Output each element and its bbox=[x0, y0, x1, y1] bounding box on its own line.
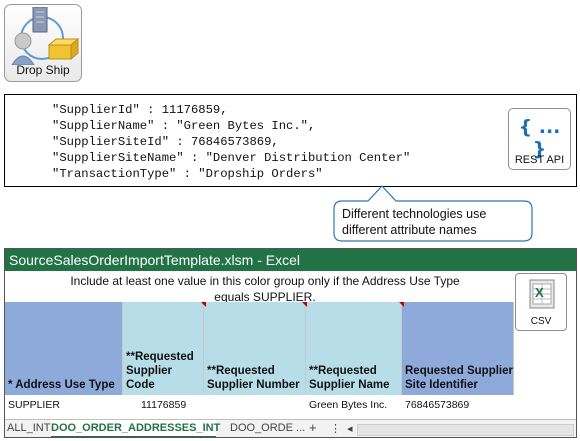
comment-indicator bbox=[399, 302, 404, 307]
payload-line-supplier-site-name: "SupplierSiteName" : "Denver Distributio… bbox=[52, 151, 411, 165]
column-header-requested-supplier-site-identifier[interactable]: Requested Supplier Site Identifier bbox=[402, 302, 514, 395]
column-header-requested-supplier-number[interactable]: **Requested Supplier Number bbox=[204, 302, 306, 395]
csv-tile[interactable]: X CSV bbox=[515, 273, 567, 331]
header-text: **Requested Supplier Name bbox=[309, 365, 390, 391]
payload-line-supplier-id: "SupplierId" : 11176859, bbox=[52, 103, 228, 117]
horizontal-scrollbar[interactable] bbox=[357, 424, 574, 436]
header-text: Requested Supplier Site Identifier bbox=[405, 365, 513, 391]
sheet-tab-bar: ALL_INT DOO_ORDER_ADDRESSES_INT DOO_ORDE… bbox=[5, 419, 576, 437]
callout-text: Different technologies use different att… bbox=[342, 207, 487, 237]
rest-api-tile[interactable]: { ... } REST API bbox=[508, 108, 571, 170]
sheet-tab-doo-order-addresses-int[interactable]: DOO_ORDER_ADDRESSES_INT bbox=[51, 420, 220, 437]
add-sheet-button[interactable]: + bbox=[309, 420, 317, 435]
payload-line-supplier-site-id: "SupplierSiteId" : 76846573869, bbox=[52, 135, 279, 149]
cell-requested-supplier-code[interactable]: 11176859 bbox=[141, 399, 186, 411]
drop-ship-tile[interactable]: Drop Ship bbox=[4, 4, 82, 82]
header-text: **Requested Supplier Number bbox=[207, 365, 300, 391]
svg-text:X: X bbox=[535, 285, 544, 300]
sheet-tab-doo-orde[interactable]: DOO_ORDE ... bbox=[230, 422, 305, 434]
excel-file-icon: X bbox=[529, 279, 555, 309]
cell-requested-supplier-name[interactable]: Green Bytes Inc. bbox=[309, 399, 387, 411]
scroll-left-icon[interactable]: ◂ bbox=[347, 422, 353, 435]
column-header-address-use-type[interactable]: * Address Use Type bbox=[5, 302, 123, 395]
payload-line-supplier-name: "SupplierName" : "Green Bytes Inc.", bbox=[52, 119, 316, 133]
column-header-requested-supplier-name[interactable]: **Requested Supplier Name bbox=[306, 302, 402, 395]
drop-ship-icon bbox=[11, 7, 79, 65]
payload-line-transaction-type: "TransactionType" : "Dropship Orders" bbox=[52, 167, 323, 181]
more-options-icon[interactable]: ⋮ bbox=[330, 422, 341, 435]
sheet-tab-all-int[interactable]: ALL_INT bbox=[7, 422, 50, 434]
comment-indicator bbox=[302, 302, 307, 307]
excel-title-bar: SourceSalesOrderImportTemplate.xlsm - Ex… bbox=[5, 249, 576, 271]
cell-address-use-type[interactable]: SUPPLIER bbox=[8, 399, 60, 411]
header-text: **Requested Supplier Code bbox=[126, 351, 194, 391]
color-group-note: Include at least one value in this color… bbox=[70, 274, 460, 304]
csv-label: CSV bbox=[530, 316, 552, 327]
cell-requested-supplier-site-identifier[interactable]: 76846573869 bbox=[405, 399, 469, 411]
column-header-requested-supplier-code[interactable]: **Requested Supplier Code bbox=[123, 302, 204, 395]
header-text: * Address Use Type bbox=[8, 379, 115, 391]
rest-api-label: REST API bbox=[514, 154, 565, 166]
comment-indicator bbox=[201, 302, 206, 307]
rest-payload-box: "SupplierId" : 11176859, "SupplierName" … bbox=[4, 94, 577, 187]
drop-ship-label: Drop Ship bbox=[16, 63, 70, 77]
excel-window: SourceSalesOrderImportTemplate.xlsm - Ex… bbox=[4, 248, 577, 438]
